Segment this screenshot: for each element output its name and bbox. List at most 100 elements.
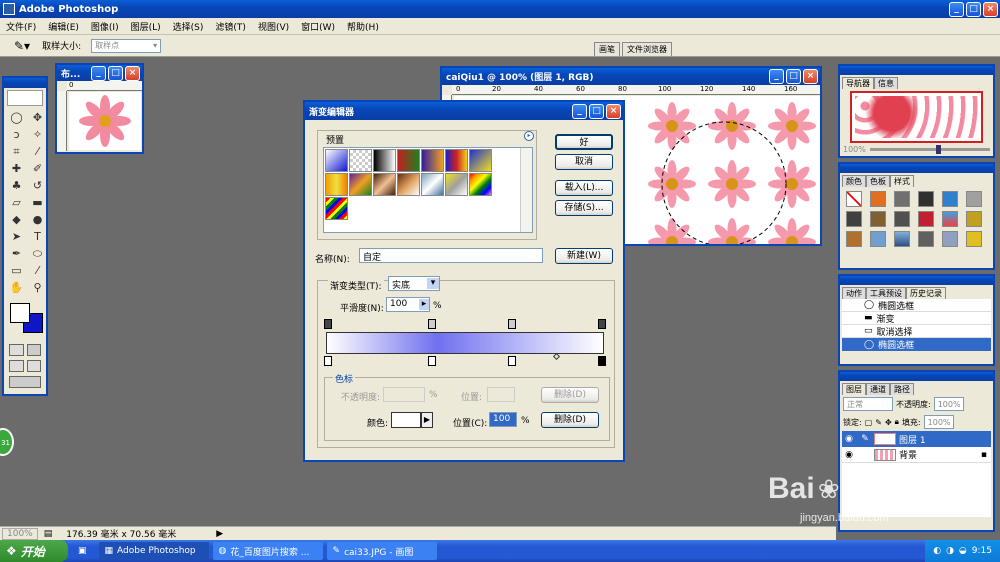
cancel-button[interactable]: 取消 <box>555 154 613 170</box>
style-swatch[interactable] <box>918 211 934 227</box>
menu-layer[interactable]: 图层(L) <box>125 20 167 33</box>
shape-tool-icon[interactable]: ⬭ <box>28 246 47 262</box>
style-swatch[interactable] <box>870 211 886 227</box>
color-stop[interactable] <box>508 356 516 366</box>
hand-tool-icon[interactable]: ✋ <box>7 280 26 296</box>
preset-swatch[interactable] <box>325 149 348 172</box>
menu-image[interactable]: 图像(I) <box>85 20 125 33</box>
layer-opacity-input[interactable]: 100% <box>933 397 964 411</box>
screen-mode-icon[interactable] <box>9 360 24 372</box>
lock-pixels-icon[interactable]: ✎ <box>875 418 882 427</box>
location-input[interactable]: 100 <box>489 412 517 427</box>
task-browser[interactable]: ◍ 花_百度图片搜索 ... <box>212 542 323 560</box>
preset-swatch[interactable] <box>373 149 396 172</box>
preset-swatch[interactable] <box>469 173 492 196</box>
tab-swatches[interactable]: 色板 <box>866 175 890 187</box>
name-input[interactable]: 自定 <box>359 248 543 263</box>
healing-brush-icon[interactable]: ✚ <box>7 161 26 177</box>
opacity-stop[interactable] <box>598 319 606 329</box>
layer-row[interactable]: ◉ 背景 ▪ <box>842 447 991 463</box>
tab-paths[interactable]: 路径 <box>890 383 914 395</box>
lock-transparency-icon[interactable]: ▢ <box>865 418 873 427</box>
tab-actions[interactable]: 动作 <box>842 287 866 299</box>
dialog-maximize-button[interactable]: □ <box>589 103 604 119</box>
small-doc-maximize-button[interactable]: □ <box>108 65 123 81</box>
pen-tool-icon[interactable]: ✒ <box>7 246 26 262</box>
crop-tool-icon[interactable]: ⌗ <box>7 144 26 160</box>
eyedropper-icon[interactable]: ✎▾ <box>14 39 30 53</box>
style-swatch[interactable] <box>846 211 862 227</box>
zoom-tool-icon[interactable]: ⚲ <box>28 280 47 296</box>
style-swatch[interactable] <box>966 231 982 247</box>
minimize-button[interactable]: _ <box>949 1 964 17</box>
preset-swatch[interactable] <box>349 149 372 172</box>
style-swatch[interactable] <box>846 191 862 207</box>
notes-tool-icon[interactable]: ▭ <box>7 263 26 279</box>
menu-window[interactable]: 窗口(W) <box>295 20 341 33</box>
opacity-stop[interactable] <box>508 319 516 329</box>
list-item-selected[interactable]: ◯ 椭圆选框 <box>842 338 991 351</box>
gradient-preview-bar[interactable] <box>326 332 604 354</box>
style-swatch[interactable] <box>870 191 886 207</box>
tray-icon[interactable]: ◒ <box>959 546 967 556</box>
doc-close-button[interactable]: × <box>803 69 818 84</box>
dialog-close-button[interactable]: × <box>606 103 621 119</box>
stop-color-arrow-icon[interactable]: ▶ <box>421 412 433 428</box>
color-stop[interactable] <box>324 356 332 366</box>
doc-minimize-button[interactable]: _ <box>769 69 784 84</box>
load-button[interactable]: 载入(L)... <box>555 180 613 196</box>
style-swatch[interactable] <box>942 211 958 227</box>
opacity-stop[interactable] <box>428 319 436 329</box>
ok-button[interactable]: 好 <box>555 134 613 150</box>
menu-help[interactable]: 帮助(H) <box>341 20 385 33</box>
style-swatch[interactable] <box>942 231 958 247</box>
style-swatch[interactable] <box>918 191 934 207</box>
preset-swatch[interactable] <box>397 173 420 196</box>
history-brush-icon[interactable]: ↺ <box>28 178 47 194</box>
new-button[interactable]: 新建(W) <box>555 248 613 264</box>
tray-icon[interactable]: ◐ <box>933 546 941 556</box>
preset-swatch[interactable] <box>349 173 372 196</box>
quicklaunch-icon[interactable]: ▣ <box>78 546 87 556</box>
preset-swatch[interactable] <box>373 173 396 196</box>
lasso-tool-icon[interactable]: ↄ <box>7 127 26 143</box>
tab-color[interactable]: 颜色 <box>842 175 866 187</box>
magic-wand-icon[interactable]: ✧ <box>28 127 47 143</box>
marquee-tool-icon[interactable]: ◯ <box>7 110 26 126</box>
style-swatch[interactable] <box>894 191 910 207</box>
preset-swatch[interactable] <box>325 197 348 220</box>
midpoint-diamond[interactable] <box>552 352 561 361</box>
move-tool-icon[interactable]: ✥ <box>28 110 47 126</box>
path-select-icon[interactable]: ➤ <box>7 229 26 245</box>
style-swatch[interactable] <box>846 231 862 247</box>
maximize-button[interactable]: □ <box>966 1 981 17</box>
blur-tool-icon[interactable]: ◆ <box>7 212 26 228</box>
presets-scrollbar[interactable] <box>520 148 532 232</box>
navigator-zoom[interactable]: 100% <box>843 145 866 154</box>
menu-filter[interactable]: 滤镜(T) <box>209 20 252 33</box>
tab-file-browser[interactable]: 文件浏览器 <box>622 42 672 56</box>
layer-row-selected[interactable]: ◉ ✎ 图层 1 <box>842 431 991 447</box>
task-photoshop[interactable]: ▦ Adobe Photoshop <box>98 542 209 560</box>
menu-select[interactable]: 选择(S) <box>167 20 210 33</box>
smoothness-input[interactable]: 100 ▸ <box>386 297 430 312</box>
tab-history[interactable]: 历史记录 <box>906 287 946 299</box>
opacity-stop[interactable] <box>324 319 332 329</box>
menu-edit[interactable]: 编辑(E) <box>42 20 85 33</box>
list-item[interactable]: ▬ 渐变 <box>842 312 991 325</box>
stop-color-swatch[interactable] <box>391 412 421 428</box>
fill-input[interactable]: 100% <box>923 415 954 429</box>
preset-swatch[interactable] <box>445 173 468 196</box>
gradient-type-select[interactable]: 实底 ▾ <box>388 276 440 291</box>
preset-swatch[interactable] <box>445 149 468 172</box>
lock-all-icon[interactable]: 🔒︎ <box>895 417 899 427</box>
tab-navigator[interactable]: 导航器 <box>842 77 874 89</box>
preset-swatch[interactable] <box>397 149 420 172</box>
tray-icon[interactable]: ◑ <box>946 546 954 556</box>
color-stop-selected[interactable] <box>598 356 606 366</box>
preset-swatch[interactable] <box>421 173 444 196</box>
eyedropper-tool-icon[interactable]: ⁄ <box>28 263 47 279</box>
status-zoom[interactable]: 100% <box>2 527 38 540</box>
small-doc-close-button[interactable]: × <box>125 65 140 81</box>
eye-icon[interactable]: ◉ <box>842 450 856 460</box>
